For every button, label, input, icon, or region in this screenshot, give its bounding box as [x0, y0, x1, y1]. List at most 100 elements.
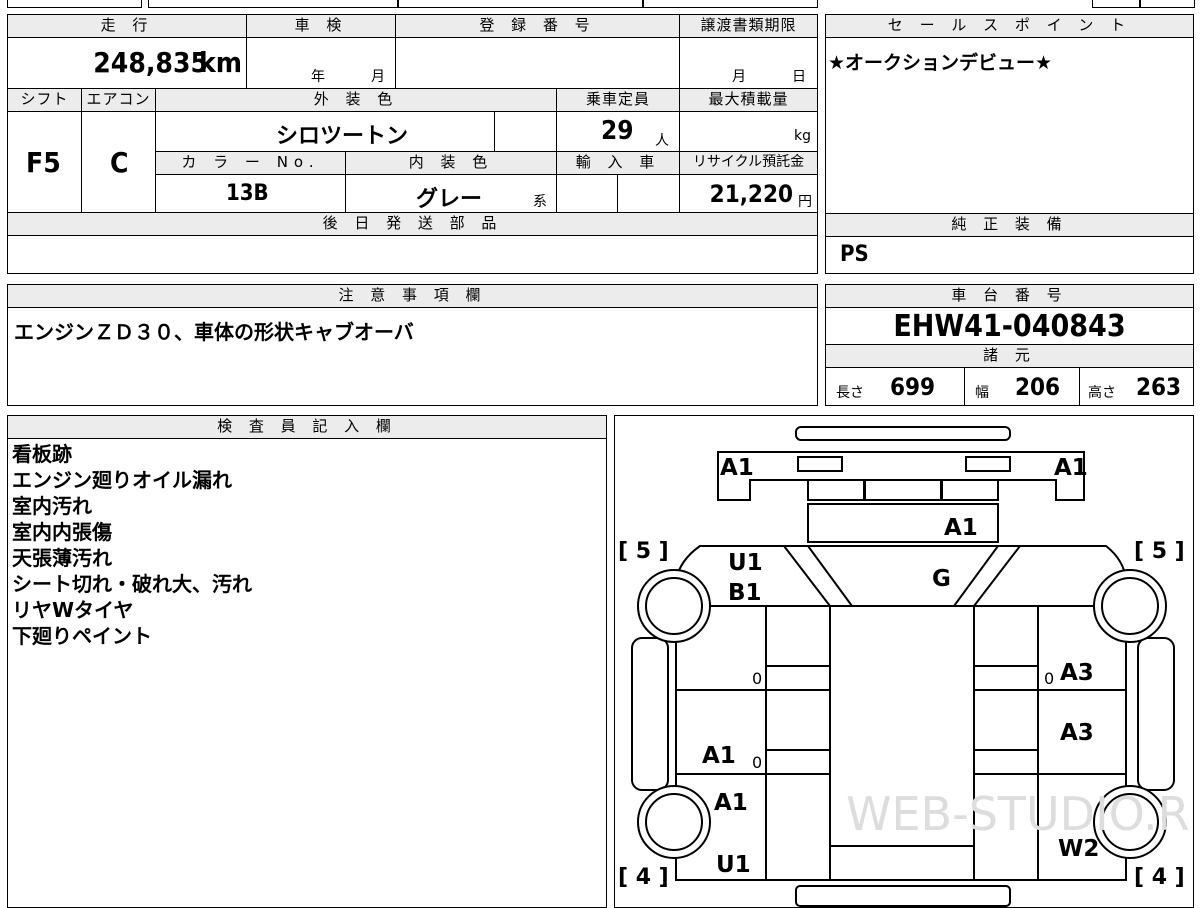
- recycle-value: 21,220: [709, 180, 793, 208]
- interior-color-suffix: 系: [533, 194, 547, 210]
- genuine-equipment-value: PS: [840, 242, 869, 267]
- front-bumper-shape: [795, 426, 1011, 441]
- genuine-equipment-header: 純 正 装 備: [825, 213, 1194, 237]
- transfer-month-unit: 月: [732, 69, 746, 85]
- ac-cell: C: [81, 111, 156, 213]
- left-sideboard-shape: [631, 637, 669, 791]
- inspection-header: 車 検: [246, 14, 396, 38]
- shift-value: F5: [26, 146, 61, 179]
- mark-right-mid: A3: [1060, 720, 1094, 746]
- inspector-line: 看板跡: [12, 442, 72, 466]
- ac-value: C: [110, 146, 129, 179]
- registration-header: 登 録 番 号: [395, 14, 680, 38]
- top-stub-2: [148, 0, 398, 8]
- windshield-inner-shape: [807, 545, 999, 607]
- chassis-header: 車 台 番 号: [825, 284, 1194, 308]
- right-light-shape: [965, 456, 1011, 472]
- sales-points-header: セ ー ル ス ポ イ ン ト: [825, 14, 1194, 38]
- left-window-2-shape: [765, 749, 831, 775]
- mileage-value: 248,835: [93, 46, 208, 79]
- max-load-unit: kg: [794, 128, 811, 144]
- shift-header: シフト: [7, 88, 82, 112]
- mark-front-left-upper-2: B1: [728, 580, 762, 606]
- tyre-label-rear-left: [ 4 ]: [618, 865, 669, 890]
- width-label: 幅: [975, 385, 989, 401]
- exterior-color-header: 外 装 色: [155, 88, 557, 112]
- width-cell: 幅 206: [964, 367, 1080, 406]
- height-cell: 高さ 263: [1079, 367, 1194, 406]
- ac-header: エアコン: [81, 88, 156, 112]
- mark-front-left-upper-1: U1: [728, 550, 763, 576]
- registration-cell: [395, 37, 680, 89]
- mark-right-small: 0: [1044, 669, 1054, 688]
- right-window-2-shape: [973, 749, 1039, 775]
- front-band-shape: [717, 451, 1085, 501]
- left-light-shape: [797, 456, 843, 472]
- height-value: 263: [1136, 373, 1182, 401]
- left-grille-shape: [807, 479, 865, 501]
- inspection-cell: 年 月: [246, 37, 396, 89]
- max-load-header: 最大積載量: [679, 88, 818, 112]
- interior-color-value: グレー: [416, 187, 483, 212]
- transfer-cell: 月 日: [679, 37, 818, 89]
- mark-front-right-mirror: A1: [1054, 455, 1088, 481]
- inspector-line: 下廻りペイント: [12, 624, 152, 648]
- tyre-label-rear-right: [ 4 ]: [1134, 865, 1185, 890]
- mark-left-mid: A1: [702, 743, 736, 769]
- tyre-label-front-right: [ 5 ]: [1134, 539, 1185, 564]
- capacity-cell: 29 人: [556, 111, 680, 152]
- length-label: 長さ: [836, 385, 864, 401]
- left-window-1-shape: [765, 665, 831, 691]
- height-label: 高さ: [1088, 385, 1116, 401]
- recycle-cell: 21,220 円: [679, 174, 818, 213]
- caution-value: エンジンＺＤ３０、車体の形状キャブオーバ: [14, 320, 414, 344]
- shift-cell: F5: [7, 111, 82, 213]
- right-sideboard-shape: [1137, 637, 1175, 791]
- caution-cell: エンジンＺＤ３０、車体の形状キャブオーバ: [7, 307, 818, 406]
- capacity-value: 29: [601, 116, 634, 146]
- right-grille-shape: [941, 479, 999, 501]
- top-stub-6: [1140, 0, 1195, 8]
- top-stub-4: [643, 0, 818, 8]
- mark-left-bottom: U1: [716, 852, 751, 878]
- exterior-color-extra-cell: [494, 111, 557, 152]
- interior-color-header: 内 装 色: [345, 151, 557, 175]
- watermark-text: WEB-STUDIO.RU: [846, 787, 1194, 841]
- inspector-notes: 看板跡 エンジン廻りオイル漏れ 室内汚れ 室内内張傷 天張薄汚れ シート切れ・破…: [7, 438, 607, 908]
- import-cell-right: [617, 174, 680, 213]
- inspector-line: エンジン廻りオイル漏れ: [12, 468, 232, 492]
- mark-front-left-mirror: A1: [720, 455, 754, 481]
- top-stub-1: [7, 0, 142, 8]
- mark-right-upper: A3: [1060, 660, 1094, 686]
- sales-points-cell: ★オークションデビュー★: [825, 37, 1194, 214]
- dimensions-header: 諸 元: [825, 344, 1194, 368]
- right-window-1-shape: [973, 665, 1039, 691]
- chassis-value: EHW41-040843: [893, 309, 1126, 344]
- vehicle-diagram-panel: WEB-STUDIO.RU [ 5 ] [ 5 ] [ 4 ] [ 4 ] A1…: [614, 415, 1194, 908]
- mark-right-bottom: W2: [1058, 836, 1099, 862]
- mileage-header: 走 行: [7, 14, 247, 38]
- color-no-value: 13B: [226, 181, 269, 206]
- inspector-lines: 看板跡 エンジン廻りオイル漏れ 室内汚れ 室内内張傷 天張薄汚れ シート切れ・破…: [12, 441, 252, 649]
- width-value: 206: [1015, 373, 1061, 401]
- exterior-color-cell: シロツートン: [155, 111, 495, 152]
- mark-left-small-2: 0: [752, 753, 762, 772]
- later-parts-cell: [7, 235, 818, 274]
- length-value: 699: [890, 373, 936, 401]
- inspector-line: リヤWタイヤ: [12, 598, 134, 622]
- capacity-header: 乗車定員: [556, 88, 680, 112]
- later-parts-header: 後 日 発 送 部 品: [7, 212, 818, 236]
- mileage-cell: 248,835 km: [7, 37, 247, 89]
- capacity-unit: 人: [655, 133, 669, 149]
- recycle-header: リサイクル預託金: [679, 151, 818, 175]
- mark-left-small-1: 0: [752, 669, 762, 688]
- transfer-header: 譲渡書類期限: [679, 14, 818, 38]
- exterior-color-value: シロツートン: [276, 124, 409, 149]
- length-cell: 長さ 699: [825, 367, 965, 406]
- inspector-line: シート切れ・破れ大、汚れ: [12, 572, 252, 596]
- inspector-line: 室内汚れ: [12, 494, 92, 518]
- import-cell-left: [556, 174, 618, 213]
- caution-header: 注 意 事 項 欄: [7, 284, 818, 308]
- chassis-cell: EHW41-040843: [825, 307, 1194, 345]
- vehicle-diagram: WEB-STUDIO.RU [ 5 ] [ 5 ] [ 4 ] [ 4 ] A1…: [618, 426, 1194, 907]
